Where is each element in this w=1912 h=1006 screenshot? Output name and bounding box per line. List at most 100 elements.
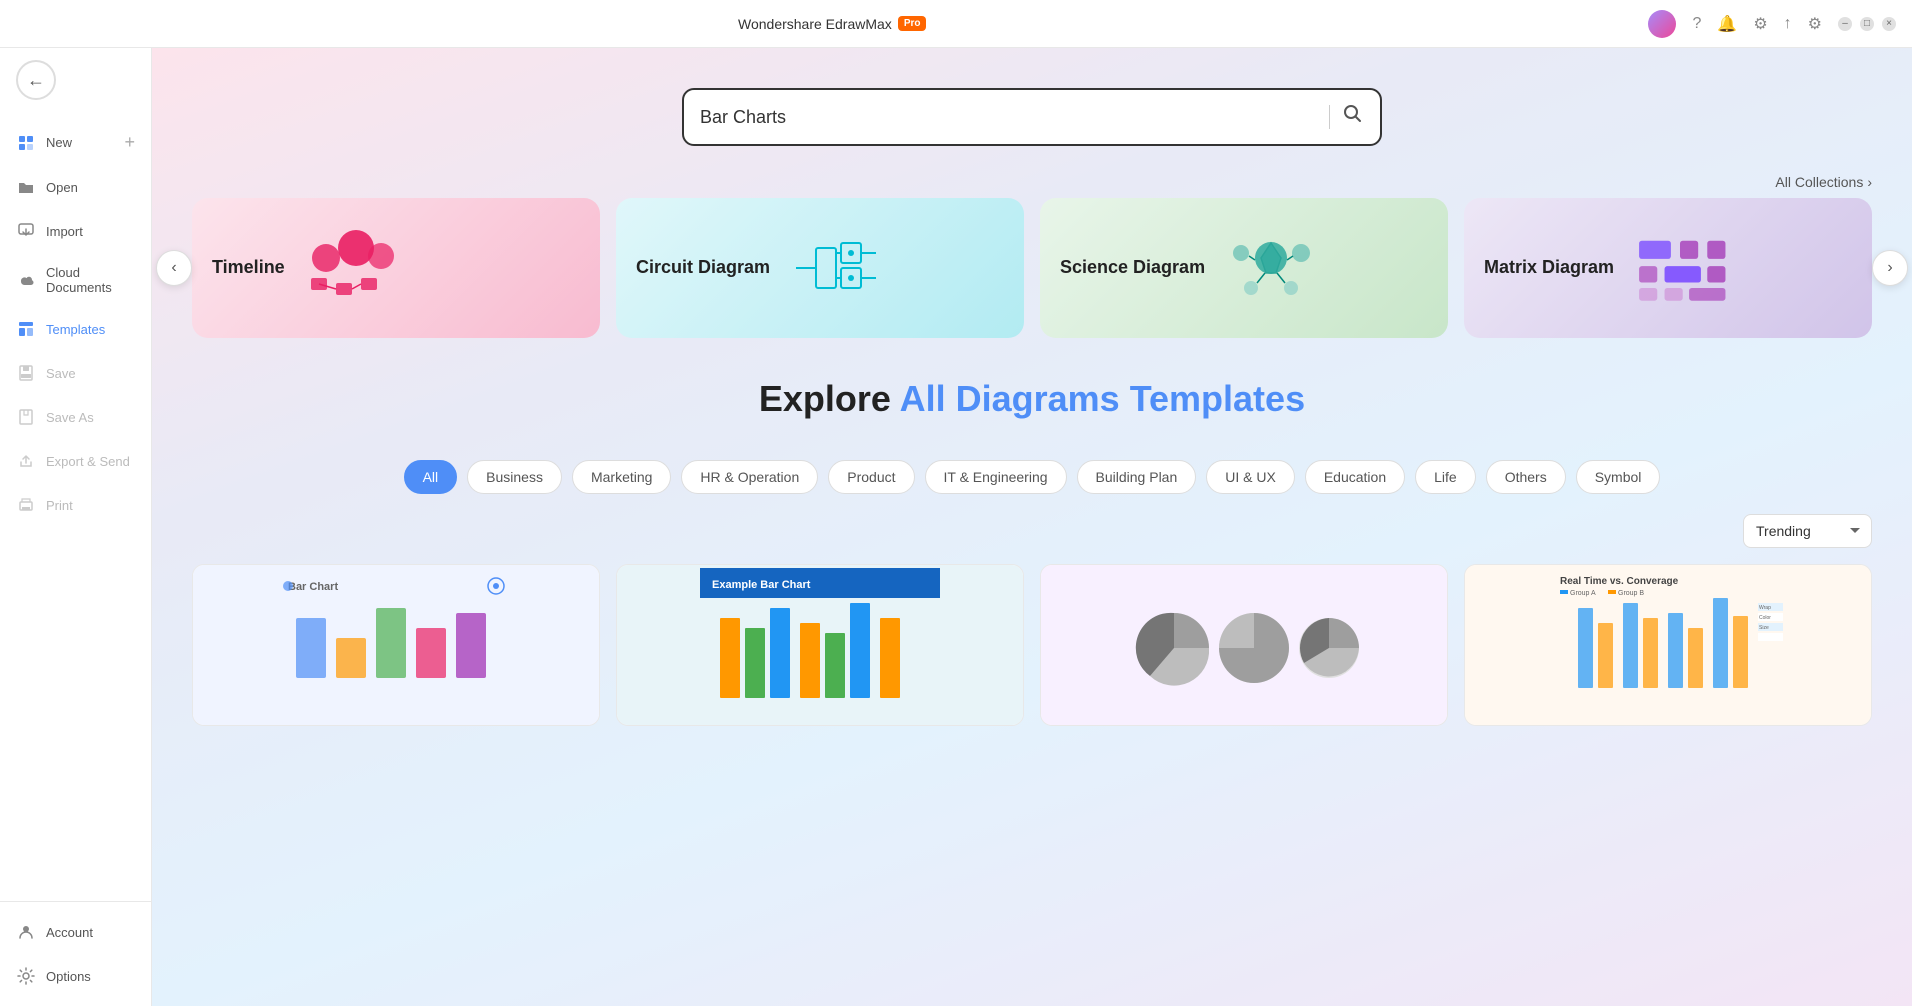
explore-highlight: All Diagrams Templates: [900, 378, 1305, 419]
back-icon: ←: [27, 70, 45, 91]
back-btn-area: ←: [0, 48, 151, 112]
filter-product[interactable]: Product: [828, 460, 914, 494]
sidebar-item-open[interactable]: Open: [0, 165, 151, 209]
template-card-2[interactable]: Example Bar Chart: [616, 564, 1024, 726]
print-icon: [16, 495, 36, 515]
settings-icon[interactable]: ⚙: [1808, 14, 1822, 34]
explore-section: Explore All Diagrams Templates: [152, 338, 1912, 440]
sidebar-item-save-as-label: Save As: [46, 410, 94, 425]
carousel-card-science[interactable]: Science Diagram: [1040, 198, 1448, 338]
carousel-section: ‹ Timeline: [152, 198, 1912, 338]
filter-business[interactable]: Business: [467, 460, 562, 494]
card-circuit-icon: [786, 218, 886, 318]
tools-icon[interactable]: ⚙: [1753, 14, 1767, 34]
filter-building[interactable]: Building Plan: [1077, 460, 1197, 494]
sidebar-item-account[interactable]: Account: [0, 910, 151, 954]
help-icon[interactable]: ?: [1692, 15, 1701, 33]
card-matrix-label: Matrix Diagram: [1484, 256, 1614, 279]
search-button[interactable]: [1342, 103, 1364, 131]
main-layout: ← New + Open: [0, 48, 1912, 1006]
sidebar-item-options-label: Options: [46, 969, 91, 984]
svg-text:Size: Size: [1759, 625, 1769, 631]
template-icon: [16, 319, 36, 339]
card-timeline-label: Timeline: [212, 256, 285, 279]
app-title: Wondershare EdrawMax: [738, 16, 892, 32]
search-input[interactable]: Bar Charts: [700, 107, 1317, 128]
sidebar-item-templates-label: Templates: [46, 322, 105, 337]
search-divider: [1329, 105, 1330, 129]
share-icon[interactable]: ↑: [1784, 15, 1792, 33]
sidebar-item-save: Save: [0, 351, 151, 395]
template-card-3[interactable]: [1040, 564, 1448, 726]
save-icon: [16, 363, 36, 383]
filter-ui[interactable]: UI & UX: [1206, 460, 1295, 494]
filter-it[interactable]: IT & Engineering: [925, 460, 1067, 494]
import-icon: [16, 221, 36, 241]
close-button[interactable]: ×: [1882, 17, 1896, 31]
sidebar-item-templates[interactable]: Templates: [0, 307, 151, 351]
folder-icon: [16, 177, 36, 197]
carousel-container: Timeline: [192, 198, 1872, 338]
template-preview-3: [1041, 565, 1447, 725]
sidebar-item-print-label: Print: [46, 498, 73, 513]
cloud-icon: [16, 270, 36, 290]
filter-all[interactable]: All: [404, 460, 458, 494]
window-controls: – □ ×: [1838, 17, 1896, 31]
filter-others[interactable]: Others: [1486, 460, 1566, 494]
sidebar-item-new-label: New: [46, 135, 72, 150]
svg-text:Group A: Group A: [1570, 590, 1596, 597]
template-card-4[interactable]: Real Time vs. Converage Group A Group B: [1464, 564, 1872, 726]
collections-link[interactable]: All Collections ›: [152, 166, 1912, 198]
titlebar: Wondershare EdrawMax Pro ? 🔔 ⚙ ↑ ⚙ – □ ×: [0, 0, 1912, 48]
sidebar-item-options[interactable]: Options: [0, 954, 151, 998]
sidebar-nav: New + Open Import: [0, 112, 151, 901]
maximize-button[interactable]: □: [1860, 17, 1874, 31]
sidebar-item-cloud-label: Cloud Documents: [46, 265, 135, 295]
user-avatar[interactable]: [1648, 10, 1676, 38]
filter-education[interactable]: Education: [1305, 460, 1405, 494]
sidebar-item-import-label: Import: [46, 224, 83, 239]
sort-area: Trending Newest Most Popular: [152, 514, 1912, 564]
search-section: Bar Charts: [152, 48, 1912, 166]
sidebar-item-account-label: Account: [46, 925, 93, 940]
carousel-card-timeline[interactable]: Timeline: [192, 198, 600, 338]
titlebar-right: ? 🔔 ⚙ ↑ ⚙ – □ ×: [1648, 10, 1896, 38]
notification-icon[interactable]: 🔔: [1717, 14, 1737, 34]
filter-symbol[interactable]: Symbol: [1576, 460, 1661, 494]
sidebar-item-print: Print: [0, 483, 151, 527]
card-circuit-label: Circuit Diagram: [636, 256, 770, 279]
svg-text:Example Bar Chart: Example Bar Chart: [712, 579, 811, 591]
sidebar-item-new[interactable]: New +: [0, 120, 151, 165]
new-plus-icon: +: [124, 132, 135, 153]
svg-text:Group B: Group B: [1618, 590, 1644, 597]
back-button[interactable]: ←: [16, 60, 56, 100]
search-icon: [1342, 103, 1364, 125]
search-box: Bar Charts: [682, 88, 1382, 146]
content-area: Bar Charts All Collections › ‹ Timeline: [152, 48, 1912, 1006]
carousel-card-circuit[interactable]: Circuit Diagram: [616, 198, 1024, 338]
sidebar-item-export-label: Export & Send: [46, 454, 130, 469]
svg-text:Real Time vs. Converage: Real Time vs. Converage: [1560, 576, 1679, 587]
collections-arrow: ›: [1867, 174, 1872, 190]
sidebar-item-export: Export & Send: [0, 439, 151, 483]
svg-text:Color: Color: [1759, 615, 1771, 621]
sidebar: ← New + Open: [0, 48, 152, 1006]
sidebar-item-cloud[interactable]: Cloud Documents: [0, 253, 151, 307]
minimize-button[interactable]: –: [1838, 17, 1852, 31]
filter-hr[interactable]: HR & Operation: [681, 460, 818, 494]
carousel-card-matrix[interactable]: Matrix Diagram: [1464, 198, 1872, 338]
card-matrix-icon: [1630, 218, 1730, 318]
explore-prefix: Explore: [759, 378, 900, 419]
svg-text:Bar Chart: Bar Chart: [288, 581, 338, 593]
filter-life[interactable]: Life: [1415, 460, 1476, 494]
save-as-icon: [16, 407, 36, 427]
carousel-prev-button[interactable]: ‹: [156, 250, 192, 286]
pro-badge: Pro: [898, 16, 927, 31]
carousel-next-button[interactable]: ›: [1872, 250, 1908, 286]
category-filters: All Business Marketing HR & Operation Pr…: [152, 440, 1912, 514]
sidebar-bottom: Account Options: [0, 901, 151, 1006]
sort-select[interactable]: Trending Newest Most Popular: [1743, 514, 1872, 548]
sidebar-item-import[interactable]: Import: [0, 209, 151, 253]
template-card-1[interactable]: Bar Chart: [192, 564, 600, 726]
filter-marketing[interactable]: Marketing: [572, 460, 671, 494]
